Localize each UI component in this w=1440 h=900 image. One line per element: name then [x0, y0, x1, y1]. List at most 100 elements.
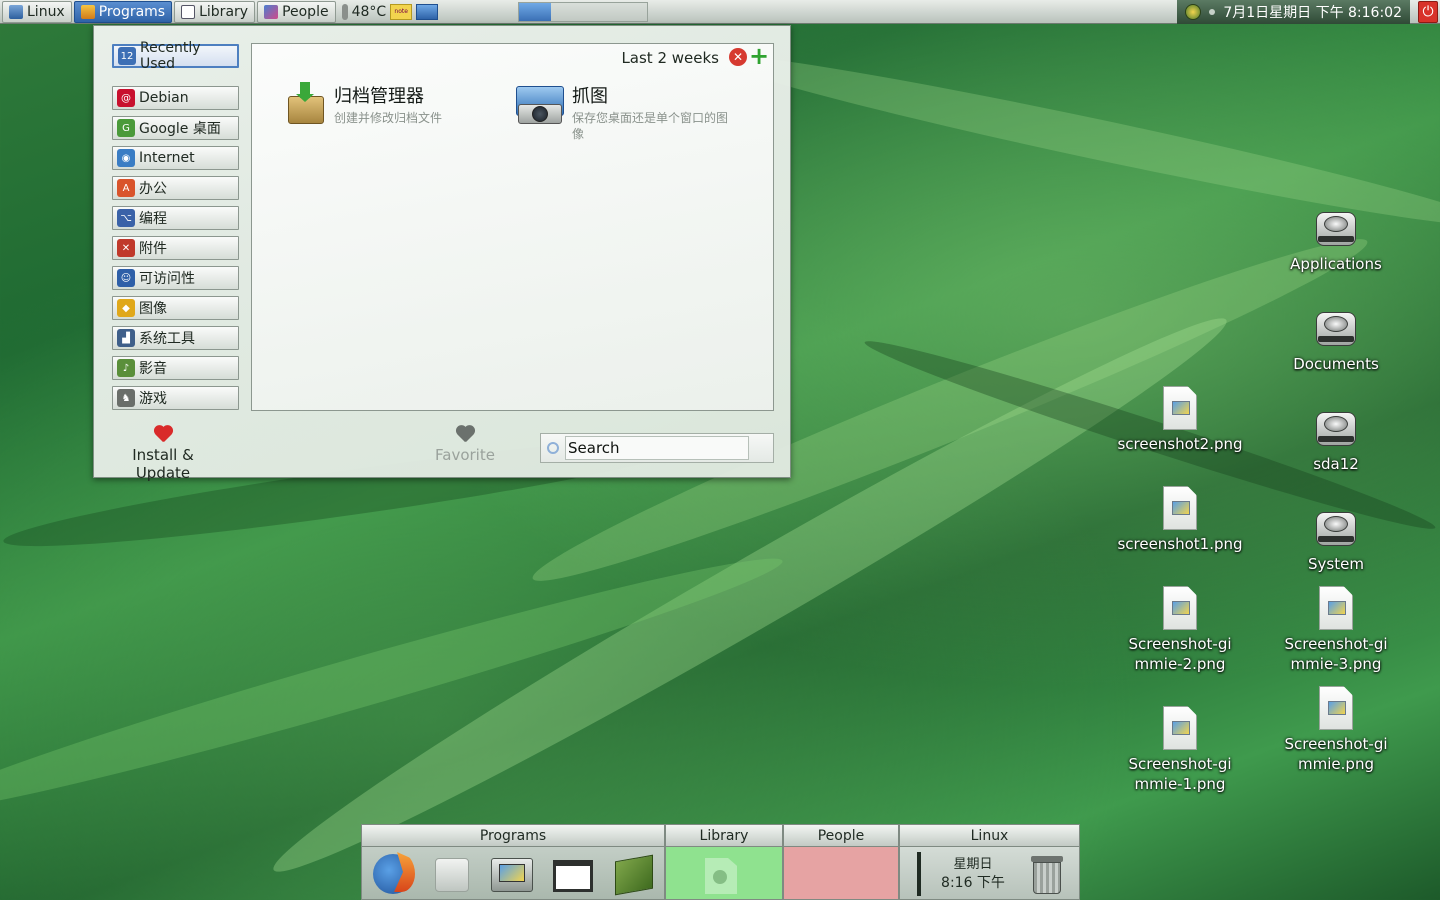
desktop-file-screenshot-gimmie[interactable]: Screenshot-gimmie.png	[1271, 686, 1401, 774]
dock-separator	[917, 852, 921, 896]
panel-tray: 7月1日星期日 下午 8:16:02 ⏻	[1177, 0, 1440, 24]
power-icon[interactable]: ⏻	[1418, 1, 1438, 23]
clear-recent-icon[interactable]: ✕	[729, 48, 747, 66]
recent-app-screenshot[interactable]: 抓图 保存您桌面还是单个窗口的图像	[516, 82, 732, 142]
desktop-icon-label: Screenshot-gimmie.png	[1284, 735, 1388, 773]
image-viewer-icon[interactable]	[489, 852, 535, 896]
category-label: 系统工具	[139, 331, 195, 347]
clock-area[interactable]: 7月1日星期日 下午 8:16:02	[1177, 0, 1410, 24]
category-item[interactable]: ⌥ 编程	[112, 206, 239, 230]
desktop-icon-label: Screenshot-gimmie-2.png	[1128, 635, 1232, 673]
recent-app-title: 归档管理器	[334, 86, 424, 107]
globe-icon: ◉	[117, 149, 135, 167]
dock-tab-linux[interactable]: Linux	[899, 824, 1080, 846]
book-icon[interactable]	[611, 852, 657, 896]
category-item[interactable]: ◉ Internet	[112, 146, 239, 170]
category-item[interactable]: ✕ 附件	[112, 236, 239, 260]
workspace-switcher[interactable]	[518, 1, 649, 22]
panel-library-button[interactable]: Library	[174, 0, 256, 23]
temperature-applet[interactable]: 48°C note	[341, 3, 413, 20]
desktop-drive-documents[interactable]: Documents	[1271, 306, 1401, 374]
recent-app-desc: 创建并修改归档文件	[334, 111, 443, 125]
category-item[interactable]: ▟ 系统工具	[112, 326, 239, 350]
desktop-file-screenshot2[interactable]: screenshot2.png	[1115, 386, 1245, 454]
category-label: 附件	[139, 241, 167, 257]
dock-tab-library[interactable]: Library	[665, 824, 783, 846]
desktop-icon-label: Applications	[1290, 255, 1382, 273]
google-desktop-icon: G	[117, 119, 135, 137]
gnome-foot-icon[interactable]	[701, 852, 747, 896]
firefox-icon[interactable]	[369, 852, 415, 896]
image-file-icon	[1163, 586, 1197, 630]
desktop-file-screenshot-gimmie-2[interactable]: Screenshot-gimmie-2.png	[1115, 586, 1245, 674]
desktop-drive-system[interactable]: System	[1271, 506, 1401, 574]
add-icon[interactable]: +	[749, 44, 769, 68]
category-recently-used[interactable]: 12 Recently Used	[112, 40, 239, 72]
system-tools-icon: ▟	[117, 329, 135, 347]
image-file-icon	[1163, 706, 1197, 750]
dock-clock[interactable]: 星期日 8:16 下午	[927, 856, 1019, 892]
top-panel: Linux Programs Library People 48°C note …	[0, 0, 1440, 24]
dock-tab-people[interactable]: People	[783, 824, 899, 846]
panel-people-button[interactable]: People	[257, 0, 336, 23]
bottom-dock: Programs Library People Linux 星期日 8:16 下…	[361, 824, 1080, 900]
category-label: 游戏	[139, 391, 167, 407]
programs-menu-window: 12 Recently Used @ Debian G Google 桌面 ◉ Interne…	[93, 25, 791, 482]
graphics-icon: ◆	[117, 299, 135, 317]
desktop-file-screenshot-gimmie-3[interactable]: Screenshot-gimmie-3.png	[1271, 586, 1401, 674]
install-update-button[interactable]: Install & Update	[104, 426, 222, 482]
desktop-drive-applications[interactable]: Applications	[1271, 206, 1401, 274]
dock-people-area	[783, 846, 899, 900]
category-item[interactable]: A 办公	[112, 176, 239, 200]
panel-linux-button[interactable]: Linux	[2, 0, 72, 23]
dock-tab-programs[interactable]: Programs	[361, 824, 665, 846]
workspace-active[interactable]	[519, 2, 552, 21]
programs-icon	[80, 4, 95, 19]
show-desktop-icon[interactable]	[416, 3, 439, 20]
category-item[interactable]: ♞ 游戏	[112, 386, 239, 410]
trash-icon[interactable]	[1025, 852, 1065, 896]
library-icon	[181, 4, 196, 19]
notification-dot-icon	[1209, 9, 1216, 15]
recent-period-label[interactable]: Last 2 weeks	[621, 49, 719, 67]
desktop-file-screenshot1[interactable]: screenshot1.png	[1115, 486, 1245, 554]
desktop-icon-label: screenshot2.png	[1117, 435, 1243, 453]
category-item[interactable]: @ Debian	[112, 86, 239, 110]
temperature-value: 48°C	[351, 3, 387, 20]
panel-people-label: People	[282, 3, 329, 20]
category-label: 图像	[139, 301, 167, 317]
category-label: 编程	[139, 211, 167, 227]
heart-icon	[455, 426, 475, 444]
window-icon[interactable]	[549, 852, 595, 896]
archive-manager-icon	[284, 82, 326, 126]
programming-icon: ⌥	[117, 209, 135, 227]
install-update-label: Install & Update	[132, 446, 194, 482]
desktop-drive-sda12[interactable]: sda12	[1271, 406, 1401, 474]
image-file-icon	[1319, 686, 1353, 730]
category-item[interactable]: ◆ 图像	[112, 296, 239, 320]
recent-app-archive-manager[interactable]: 归档管理器 创建并修改归档文件	[284, 82, 494, 126]
search-input[interactable]	[565, 436, 749, 460]
printer-icon[interactable]	[429, 852, 475, 896]
panel-programs-button[interactable]: Programs	[73, 0, 173, 23]
desktop-file-screenshot-gimmie-1[interactable]: Screenshot-gimmie-1.png	[1115, 706, 1245, 794]
category-item[interactable]: G Google 桌面	[112, 116, 239, 140]
category-label: Google 桌面	[139, 121, 221, 137]
recent-items-panel: Last 2 weeks ✕ + 归档管理器 创建并修改归档文件 抓图 保存您桌	[251, 43, 774, 411]
desktop-icon-label: screenshot1.png	[1117, 535, 1243, 553]
category-label: 办公	[139, 181, 167, 197]
clock-text[interactable]: 7月1日星期日 下午 8:16:02	[1223, 2, 1402, 22]
favorite-button[interactable]: Favorite	[430, 426, 500, 464]
category-item[interactable]: ☺ 可访问性	[112, 266, 239, 290]
category-item[interactable]: ♪ 影音	[112, 356, 239, 380]
screenshot-camera-icon	[516, 82, 564, 126]
image-file-icon	[1163, 386, 1197, 430]
accessories-icon: ✕	[117, 239, 135, 257]
recent-app-title: 抓图	[572, 86, 608, 107]
harddisk-icon	[1314, 206, 1358, 250]
image-file-icon	[1163, 486, 1197, 530]
harddisk-icon	[1314, 406, 1358, 450]
update-shield-icon[interactable]	[1185, 4, 1202, 20]
sticky-note-icon[interactable]: note	[390, 3, 413, 20]
heart-icon	[153, 426, 173, 444]
